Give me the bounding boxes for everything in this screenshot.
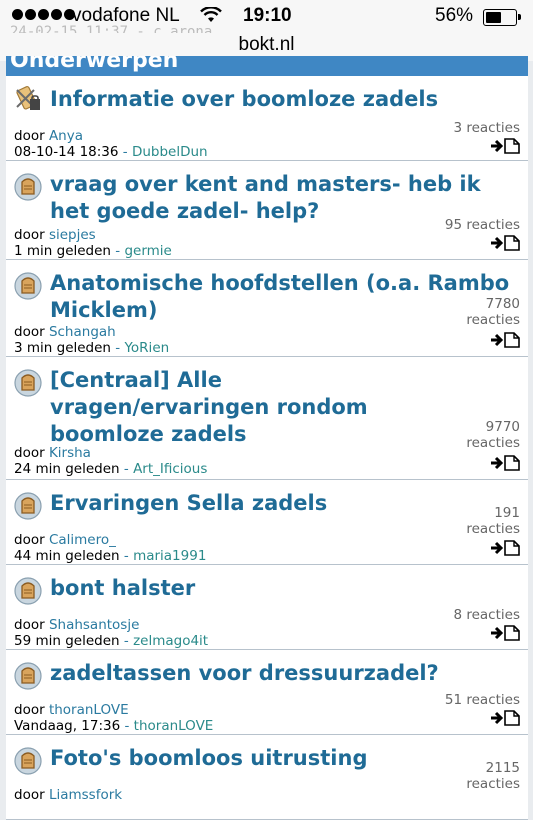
battery-percentage: 56% <box>435 5 474 26</box>
last-poster-link[interactable]: thoranLOVE <box>134 718 214 734</box>
author-link[interactable]: Anya <box>49 128 83 144</box>
separator: - <box>111 243 125 259</box>
topic-row[interactable]: Foto's boomloos uitrusting door Liamssfo… <box>6 735 528 820</box>
last-poster-link[interactable]: DubbelDun <box>132 144 208 160</box>
last-post-time: Vandaag, 17:36 <box>14 718 121 734</box>
goto-last-post-icon[interactable] <box>490 455 520 471</box>
reply-count: 9770 reacties <box>466 419 520 451</box>
by-label: door <box>14 227 45 243</box>
by-label: door <box>14 532 45 548</box>
battery-level <box>486 12 501 23</box>
separator: - <box>119 633 134 649</box>
topic-title[interactable]: bont halster <box>6 565 528 602</box>
topic-row[interactable]: zadeltassen voor dressuurzadel? door tho… <box>6 650 528 735</box>
topic-list: Informatie over boomloze zadels door Any… <box>6 76 528 820</box>
topic-row[interactable]: bont halster door Shahsantosje 59 min ge… <box>6 565 528 650</box>
topic-icon <box>14 747 42 775</box>
reply-count: 2115 reacties <box>466 760 520 792</box>
last-post-time: 44 min geleden <box>14 548 120 564</box>
wifi-icon <box>200 7 222 22</box>
topic-meta: door Schangah 3 min geleden - YoRien <box>14 324 169 356</box>
last-post-time: 59 min geleden <box>14 633 120 649</box>
goto-last-post-icon[interactable] <box>490 138 520 154</box>
author-link[interactable]: thoranLOVE <box>49 702 129 718</box>
author-link[interactable]: Liamssfork <box>49 787 122 803</box>
last-post-time: 24 min geleden <box>14 461 120 477</box>
author-link[interactable]: Shahsantosje <box>49 617 139 633</box>
topic-title[interactable]: zadeltassen voor dressuurzadel? <box>6 650 528 687</box>
author-link[interactable]: Schangah <box>49 324 116 340</box>
goto-last-post-icon[interactable] <box>490 625 520 641</box>
goto-last-post-icon[interactable] <box>490 235 520 251</box>
last-post-time: 1 min geleden <box>14 243 111 259</box>
last-poster-link[interactable]: YoRien <box>124 340 169 356</box>
last-poster-link[interactable]: Art_Ificious <box>133 461 207 477</box>
topic-meta: door Calimero_ 44 min geleden - maria199… <box>14 532 206 564</box>
by-label: door <box>14 324 45 340</box>
reply-count: 8 reacties <box>453 607 520 623</box>
topic-icon <box>14 492 42 520</box>
reply-count: 3 reacties <box>453 120 520 136</box>
last-post-time: 3 min geleden <box>14 340 111 356</box>
topic-title[interactable]: [Centraal] Alle vragen/ervaringen rondom… <box>6 357 528 448</box>
topic-meta: door Anya 08-10-14 18:36 - DubbelDun <box>14 128 208 160</box>
topic-title[interactable]: Foto's boomloos uitrusting <box>6 735 528 772</box>
last-post-time: 08-10-14 18:36 <box>14 144 119 160</box>
last-poster-link[interactable]: germie <box>124 243 171 259</box>
separator: - <box>111 340 125 356</box>
topic-row[interactable]: Informatie over boomloze zadels door Any… <box>6 76 528 161</box>
battery-tip <box>518 14 521 20</box>
topic-title[interactable]: Anatomische hoofdstellen (o.a. Rambo Mic… <box>6 260 528 324</box>
author-link[interactable]: Kirsha <box>49 445 91 461</box>
last-poster-link[interactable]: maria1991 <box>133 548 206 564</box>
section-header: Onderwerpen <box>6 56 528 76</box>
carrier-name: vodafone NL <box>72 5 180 26</box>
topic-meta: door Liamssfork <box>14 787 122 803</box>
last-poster-link[interactable]: zelmago4it <box>133 633 208 649</box>
signal-strength-icon <box>12 9 75 20</box>
status-bar: 24-02-15 11:37 - c_arona vodafone NL 19:… <box>0 0 533 40</box>
reply-count: 191 reacties <box>466 505 520 537</box>
by-label: door <box>14 128 45 144</box>
separator: - <box>119 548 134 564</box>
clock: 19:10 <box>243 5 292 26</box>
separator: - <box>119 461 134 477</box>
reply-count: 51 reacties <box>444 692 520 708</box>
goto-last-post-icon[interactable] <box>490 710 520 726</box>
topic-meta: door Shahsantosje 59 min geleden - zelma… <box>14 617 208 649</box>
topic-row[interactable]: Anatomische hoofdstellen (o.a. Rambo Mic… <box>6 260 528 357</box>
separator: - <box>120 718 134 734</box>
topic-icon <box>14 272 42 300</box>
battery-icon <box>483 9 517 26</box>
separator: - <box>118 144 132 160</box>
topic-row[interactable]: [Centraal] Alle vragen/ervaringen rondom… <box>6 357 528 480</box>
topic-title[interactable]: vraag over kent and masters- heb ik het … <box>6 161 528 225</box>
topic-icon <box>14 577 42 605</box>
author-link[interactable]: Calimero_ <box>49 532 116 548</box>
by-label: door <box>14 787 45 803</box>
goto-last-post-icon[interactable] <box>490 332 520 348</box>
reply-count: 95 reacties <box>444 217 520 233</box>
by-label: door <box>14 445 45 461</box>
author-link[interactable]: siepjes <box>49 227 96 243</box>
goto-last-post-icon[interactable] <box>490 540 520 556</box>
topic-row[interactable]: vraag over kent and masters- heb ik het … <box>6 161 528 260</box>
topic-icon <box>14 369 42 397</box>
pinned-topic-icon <box>16 86 40 110</box>
topic-row[interactable]: Ervaringen Sella zadels door Calimero_ 4… <box>6 480 528 565</box>
topic-meta: door siepjes 1 min geleden - germie <box>14 227 172 259</box>
topic-icon <box>14 173 42 201</box>
section-title: Onderwerpen <box>10 56 179 73</box>
by-label: door <box>14 617 45 633</box>
topic-title[interactable]: Ervaringen Sella zadels <box>6 480 528 517</box>
topic-icon <box>14 662 42 690</box>
by-label: door <box>14 702 45 718</box>
topic-meta: door thoranLOVE Vandaag, 17:36 - thoranL… <box>14 702 213 734</box>
topic-title[interactable]: Informatie over boomloze zadels <box>6 76 528 113</box>
reply-count: 7780 reacties <box>466 296 520 328</box>
topic-meta: door Kirsha 24 min geleden - Art_Ificiou… <box>14 445 207 477</box>
